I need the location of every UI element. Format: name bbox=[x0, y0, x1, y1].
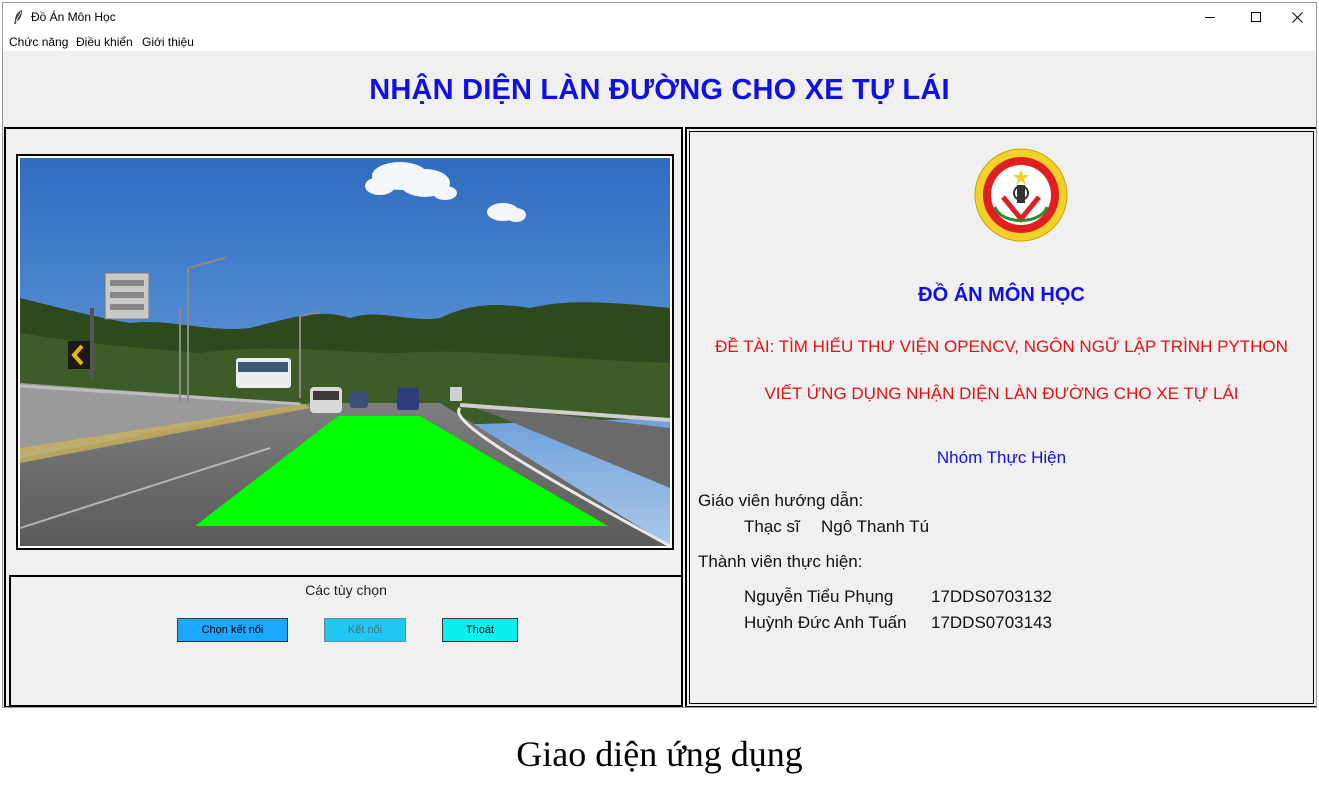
select-connection-button[interactable]: Chọn kết nối bbox=[177, 618, 288, 642]
window-title: Đồ Án Môn Học bbox=[31, 10, 116, 24]
minimize-icon bbox=[1204, 17, 1215, 18]
connect-button[interactable]: Kết nối bbox=[324, 618, 406, 642]
maximize-button[interactable] bbox=[1233, 3, 1279, 32]
page-title: NHẬN DIỆN LÀN ĐƯỜNG CHO XE TỰ LÁI bbox=[369, 74, 950, 106]
topic-line-1: ĐỀ TÀI: TÌM HIỂU THƯ VIỆN OPENCV, NGÔN N… bbox=[715, 337, 1288, 356]
advisor-name: Ngô Thanh Tú bbox=[821, 517, 930, 536]
menu-control[interactable]: Điều khiển bbox=[76, 35, 133, 49]
member-name: Huỳnh Đức Anh Tuấn bbox=[744, 613, 907, 632]
topic-line-2: VIẾT ỨNG DỤNG NHẬN DIỆN LÀN ĐƯỜNG CHO XE… bbox=[764, 384, 1239, 403]
exit-button[interactable]: Thoát bbox=[442, 618, 518, 642]
app-window: Đồ Án Môn Học Chức năng Điều khiển Giới … bbox=[2, 2, 1317, 708]
header: NHẬN DIỆN LÀN ĐƯỜNG CHO XE TỰ LÁI bbox=[3, 51, 1316, 127]
title-bar: Đồ Án Môn Học bbox=[3, 3, 1316, 32]
menu-about[interactable]: Giới thiệu bbox=[142, 35, 194, 49]
video-panel: Các tùy chọn Chọn kết nối Kết nối Thoát bbox=[4, 127, 683, 707]
course-title: ĐỒ ÁN MÔN HỌC bbox=[918, 284, 1085, 306]
minimize-button[interactable] bbox=[1187, 3, 1233, 32]
members-label: Thành viên thực hiện: bbox=[698, 552, 863, 571]
info-panel-inner: ĐỒ ÁN MÔN HỌC ĐỀ TÀI: TÌM HIỂU THƯ VIỆN … bbox=[689, 131, 1314, 704]
member-name: Nguyễn Tiểu Phụng bbox=[744, 587, 894, 606]
info-panel: ĐỒ ÁN MÔN HỌC ĐỀ TÀI: TÌM HIỂU THƯ VIỆN … bbox=[685, 127, 1316, 707]
school-logo bbox=[974, 148, 1068, 242]
menu-bar: Chức năng Điều khiển Giới thiệu bbox=[3, 32, 1316, 51]
road-video-frame bbox=[20, 158, 670, 546]
options-title: Các tùy chọn bbox=[305, 582, 387, 598]
options-panel: Các tùy chọn Chọn kết nối Kết nối Thoát bbox=[9, 575, 683, 707]
menu-functions[interactable]: Chức năng bbox=[9, 35, 68, 49]
member-id: 17DDS0703132 bbox=[931, 587, 1052, 606]
close-icon bbox=[1291, 12, 1303, 23]
figure-caption: Giao diện ứng dụng bbox=[516, 734, 803, 774]
video-display bbox=[16, 154, 674, 550]
advisor-label: Giáo viên hướng dẫn: bbox=[698, 491, 864, 510]
feather-icon bbox=[14, 10, 22, 24]
maximize-icon bbox=[1250, 12, 1261, 22]
advisor-title: Thạc sĩ bbox=[744, 517, 800, 536]
member-id: 17DDS0703143 bbox=[931, 613, 1052, 632]
close-button[interactable] bbox=[1274, 3, 1316, 32]
group-label: Nhóm Thực Hiện bbox=[936, 448, 1067, 467]
